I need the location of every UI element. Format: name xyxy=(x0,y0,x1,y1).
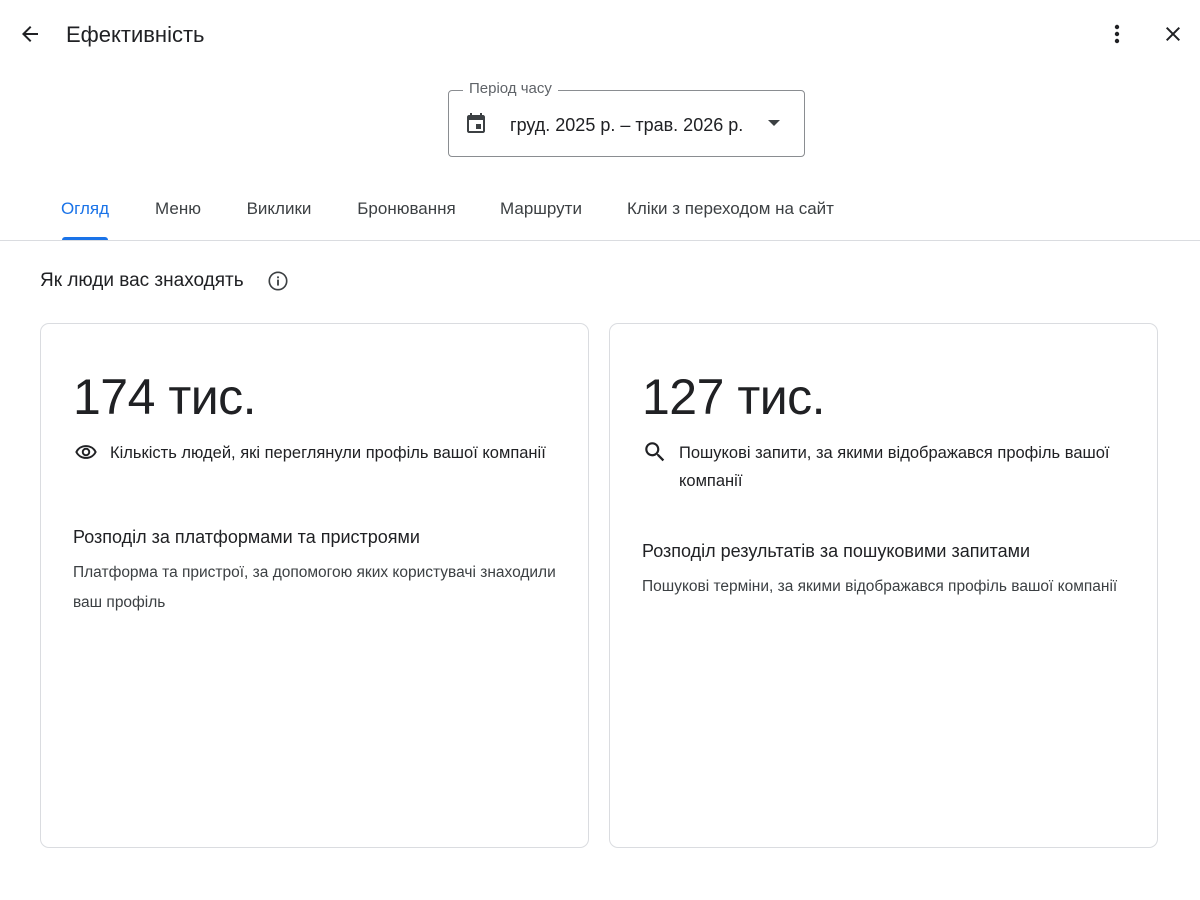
top-bar: Ефективність xyxy=(0,0,1200,72)
platform-breakdown-text: Платформа та пристрої, за допомогою яких… xyxy=(73,564,556,611)
eye-icon xyxy=(75,445,97,459)
back-button[interactable] xyxy=(12,16,48,52)
tab-calls[interactable]: Виклики xyxy=(245,178,313,240)
arrow-drop-down-icon xyxy=(768,120,780,126)
calendar-icon xyxy=(467,113,485,133)
platform-breakdown-title: Розподіл за платформами та пристроями xyxy=(73,527,420,547)
close-button[interactable] xyxy=(1155,16,1191,52)
close-icon xyxy=(1166,27,1180,41)
search-queries-value: 127 тис. xyxy=(642,369,826,425)
search-breakdown-title: Розподіл результатів за пошуковими запит… xyxy=(642,541,1031,561)
profile-views-value: 174 тис. xyxy=(73,369,257,425)
search-breakdown-text: Пошукові терміни, за якими відображався … xyxy=(642,578,1118,595)
more-options-button[interactable] xyxy=(1099,16,1135,52)
search-icon xyxy=(645,442,665,462)
tab-menu[interactable]: Меню xyxy=(153,178,203,240)
more-vert-icon xyxy=(1114,24,1120,44)
time-period-value: груд. 2025 р. – трав. 2026 р. xyxy=(510,115,744,135)
profile-views-description: Кількість людей, які переглянули профіль… xyxy=(110,444,546,462)
info-icon[interactable] xyxy=(267,270,289,292)
tab-bookings[interactable]: Бронювання xyxy=(357,178,456,240)
section-title: Як люди вас знаходять xyxy=(40,270,244,291)
tab-directions[interactable]: Маршрути xyxy=(499,178,583,240)
page-title: Ефективність xyxy=(66,22,205,47)
tab-overview[interactable]: Огляд xyxy=(60,178,110,240)
search-queries-description: Пошукові запити, за якими відображався п… xyxy=(679,444,1110,490)
profile-views-card[interactable]: 174 тис. Кількість людей, які переглянул… xyxy=(40,323,589,848)
arrow-back-icon xyxy=(22,26,38,42)
tab-bar: Огляд Меню Виклики Бронювання Маршрути К… xyxy=(0,178,1200,241)
search-queries-card[interactable]: 127 тис. Пошукові запити, за якими відоб… xyxy=(609,323,1158,848)
time-period-select[interactable]: Період часу груд. 2025 р. – трав. 2026 р… xyxy=(448,80,805,157)
time-period-label: Період часу xyxy=(463,80,558,97)
tab-website-clicks[interactable]: Кліки з переходом на сайт xyxy=(626,178,835,240)
